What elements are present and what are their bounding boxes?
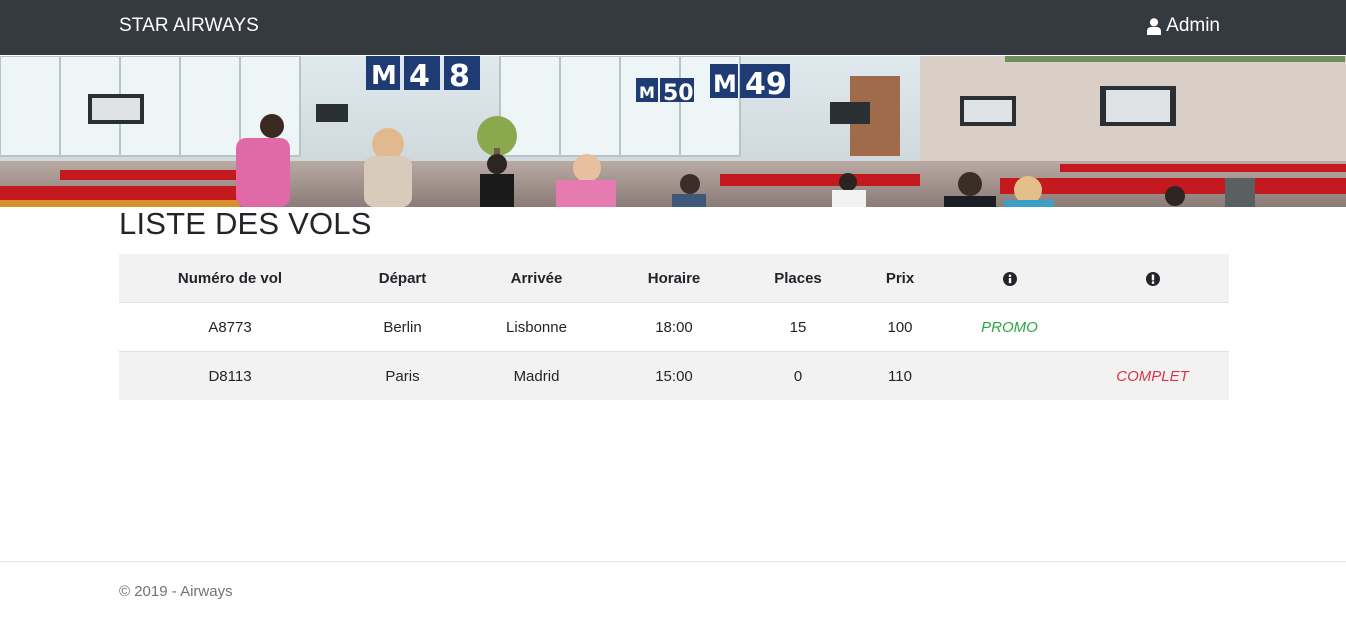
svg-text:49: 49 bbox=[745, 67, 787, 102]
header-alert bbox=[1076, 254, 1229, 303]
exclamation-circle-icon bbox=[1145, 271, 1160, 286]
top-navbar: STAR AIRWAYS Admin bbox=[0, 0, 1346, 55]
table-row: A8773 Berlin Lisbonne 18:00 15 100 PROMO bbox=[119, 302, 1229, 352]
complet-badge: COMPLET bbox=[1076, 351, 1229, 400]
cell-arrivee: Lisbonne bbox=[464, 302, 609, 352]
info-circle-icon bbox=[1002, 271, 1017, 286]
airport-terminal-illustration: M 4 8 M 50 M 49 bbox=[0, 56, 1346, 207]
table-row: D8113 Paris Madrid 15:00 0 110 COMPLET bbox=[119, 351, 1229, 400]
flights-table: Numéro de vol Départ Arrivée Horaire Pla… bbox=[119, 254, 1229, 400]
svg-text:M: M bbox=[713, 70, 737, 98]
footer-copyright: © 2019 - Airways bbox=[119, 583, 233, 600]
alert-cell bbox=[1076, 302, 1229, 352]
header-arrivee: Arrivée bbox=[464, 254, 609, 303]
admin-user-link[interactable]: Admin bbox=[1147, 15, 1220, 37]
header-info bbox=[943, 254, 1076, 303]
user-icon bbox=[1147, 17, 1162, 35]
header-horaire: Horaire bbox=[609, 254, 739, 303]
footer-divider bbox=[0, 561, 1346, 562]
cell-horaire: 18:00 bbox=[609, 302, 739, 352]
cell-depart: Berlin bbox=[341, 302, 464, 352]
cell-numero: D8113 bbox=[119, 351, 341, 400]
admin-label: Admin bbox=[1166, 15, 1220, 36]
header-numero-vol: Numéro de vol bbox=[119, 254, 341, 303]
cell-places: 0 bbox=[739, 351, 857, 400]
svg-text:8: 8 bbox=[449, 59, 470, 94]
cell-prix: 100 bbox=[857, 302, 943, 352]
cell-numero: A8773 bbox=[119, 302, 341, 352]
cell-horaire: 15:00 bbox=[609, 351, 739, 400]
cell-depart: Paris bbox=[341, 351, 464, 400]
promo-badge: PROMO bbox=[943, 302, 1076, 352]
svg-text:50: 50 bbox=[663, 81, 694, 106]
table-header-row: Numéro de vol Départ Arrivée Horaire Pla… bbox=[119, 254, 1229, 303]
cell-prix: 110 bbox=[857, 351, 943, 400]
brand-link[interactable]: STAR AIRWAYS bbox=[119, 15, 259, 37]
header-places: Places bbox=[739, 254, 857, 303]
svg-text:M: M bbox=[371, 61, 397, 91]
svg-text:4: 4 bbox=[409, 59, 430, 94]
terminal-banner-image: M 4 8 M 50 M 49 bbox=[0, 56, 1346, 207]
header-prix: Prix bbox=[857, 254, 943, 303]
header-depart: Départ bbox=[341, 254, 464, 303]
svg-text:M: M bbox=[639, 83, 655, 102]
info-cell bbox=[943, 351, 1076, 400]
page-title: LISTE DES VOLS bbox=[119, 206, 372, 241]
cell-places: 15 bbox=[739, 302, 857, 352]
cell-arrivee: Madrid bbox=[464, 351, 609, 400]
